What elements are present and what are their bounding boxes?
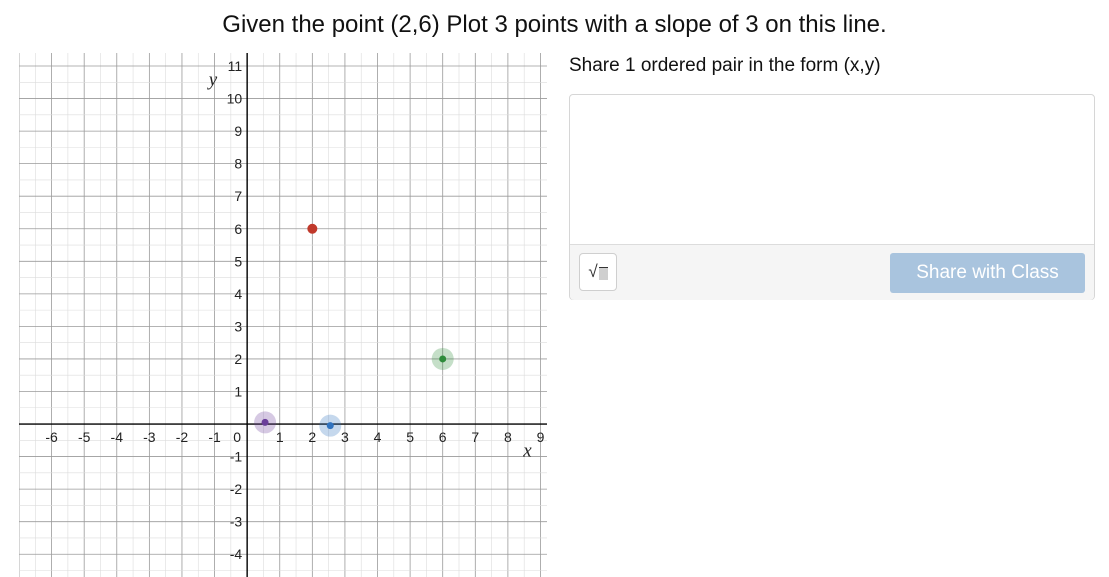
y-tick-label: 11 xyxy=(228,58,243,74)
graph-canvas[interactable]: -6 -5 -4 -3 -2 -1 0 1 2 3 4 5 6 7 8 9 -4 -3 -2 -1 1 2 3 4 5 6 7 8 9 1… xyxy=(19,53,547,577)
x-tick-label: 9 xyxy=(537,429,545,445)
x-tick-label: 4 xyxy=(374,429,382,445)
x-tick-label: -4 xyxy=(111,429,124,445)
y-tick-label: -2 xyxy=(230,481,243,497)
blue-point[interactable] xyxy=(326,422,334,430)
x-tick-label: 0 xyxy=(233,429,241,445)
response-prompt: Share 1 ordered pair in the form (x,y) xyxy=(569,55,881,76)
x-tick-label: -2 xyxy=(176,429,189,445)
question-title: Given the point (2,6) Plot 3 points with… xyxy=(222,11,887,38)
x-tick-label: -1 xyxy=(208,429,221,445)
x-tick-label: 1 xyxy=(276,429,284,445)
x-tick-label: 8 xyxy=(504,429,512,445)
y-tick-label: 1 xyxy=(234,383,242,399)
answer-footer: √ Share with Class xyxy=(570,244,1094,300)
y-tick-label: 8 xyxy=(234,156,242,172)
math-keyboard-button[interactable]: √ xyxy=(579,253,617,291)
x-tick-label: 5 xyxy=(406,429,414,445)
purple-point[interactable] xyxy=(261,418,269,426)
x-tick-label: 2 xyxy=(308,429,316,445)
y-tick-label: 9 xyxy=(234,123,242,139)
share-with-class-button[interactable]: Share with Class xyxy=(890,253,1085,293)
y-tick-label: 2 xyxy=(234,351,242,367)
y-tick-label: -4 xyxy=(230,546,243,562)
y-tick-label: 10 xyxy=(227,91,243,107)
coordinate-graph[interactable]: -6 -5 -4 -3 -2 -1 0 1 2 3 4 5 6 7 8 9 -4 -3 -2 -1 1 2 3 4 5 6 7 8 9 1… xyxy=(19,53,547,577)
answer-box: √ Share with Class xyxy=(569,94,1095,300)
y-tick-label: -3 xyxy=(230,514,243,530)
x-tick-label: -3 xyxy=(143,429,156,445)
y-tick-label: 6 xyxy=(234,221,242,237)
given-point[interactable] xyxy=(307,223,318,234)
x-tick-label: 7 xyxy=(471,429,479,445)
x-tick-label: 3 xyxy=(341,429,349,445)
y-tick-label: -1 xyxy=(230,449,243,465)
x-tick-label: 6 xyxy=(439,429,447,445)
y-tick-label: 5 xyxy=(234,253,242,269)
square-root-icon: √ xyxy=(588,262,598,281)
answer-input[interactable] xyxy=(570,95,1094,244)
y-tick-label: 4 xyxy=(234,286,242,302)
x-axis-label: x xyxy=(522,441,532,462)
y-tick-label: 3 xyxy=(234,318,242,334)
green-point[interactable] xyxy=(439,355,447,363)
y-tick-label: 7 xyxy=(234,188,242,204)
placeholder-box-icon xyxy=(598,267,608,280)
x-tick-label: -6 xyxy=(45,429,58,445)
x-tick-label: -5 xyxy=(78,429,91,445)
y-axis-label: y xyxy=(207,70,218,91)
